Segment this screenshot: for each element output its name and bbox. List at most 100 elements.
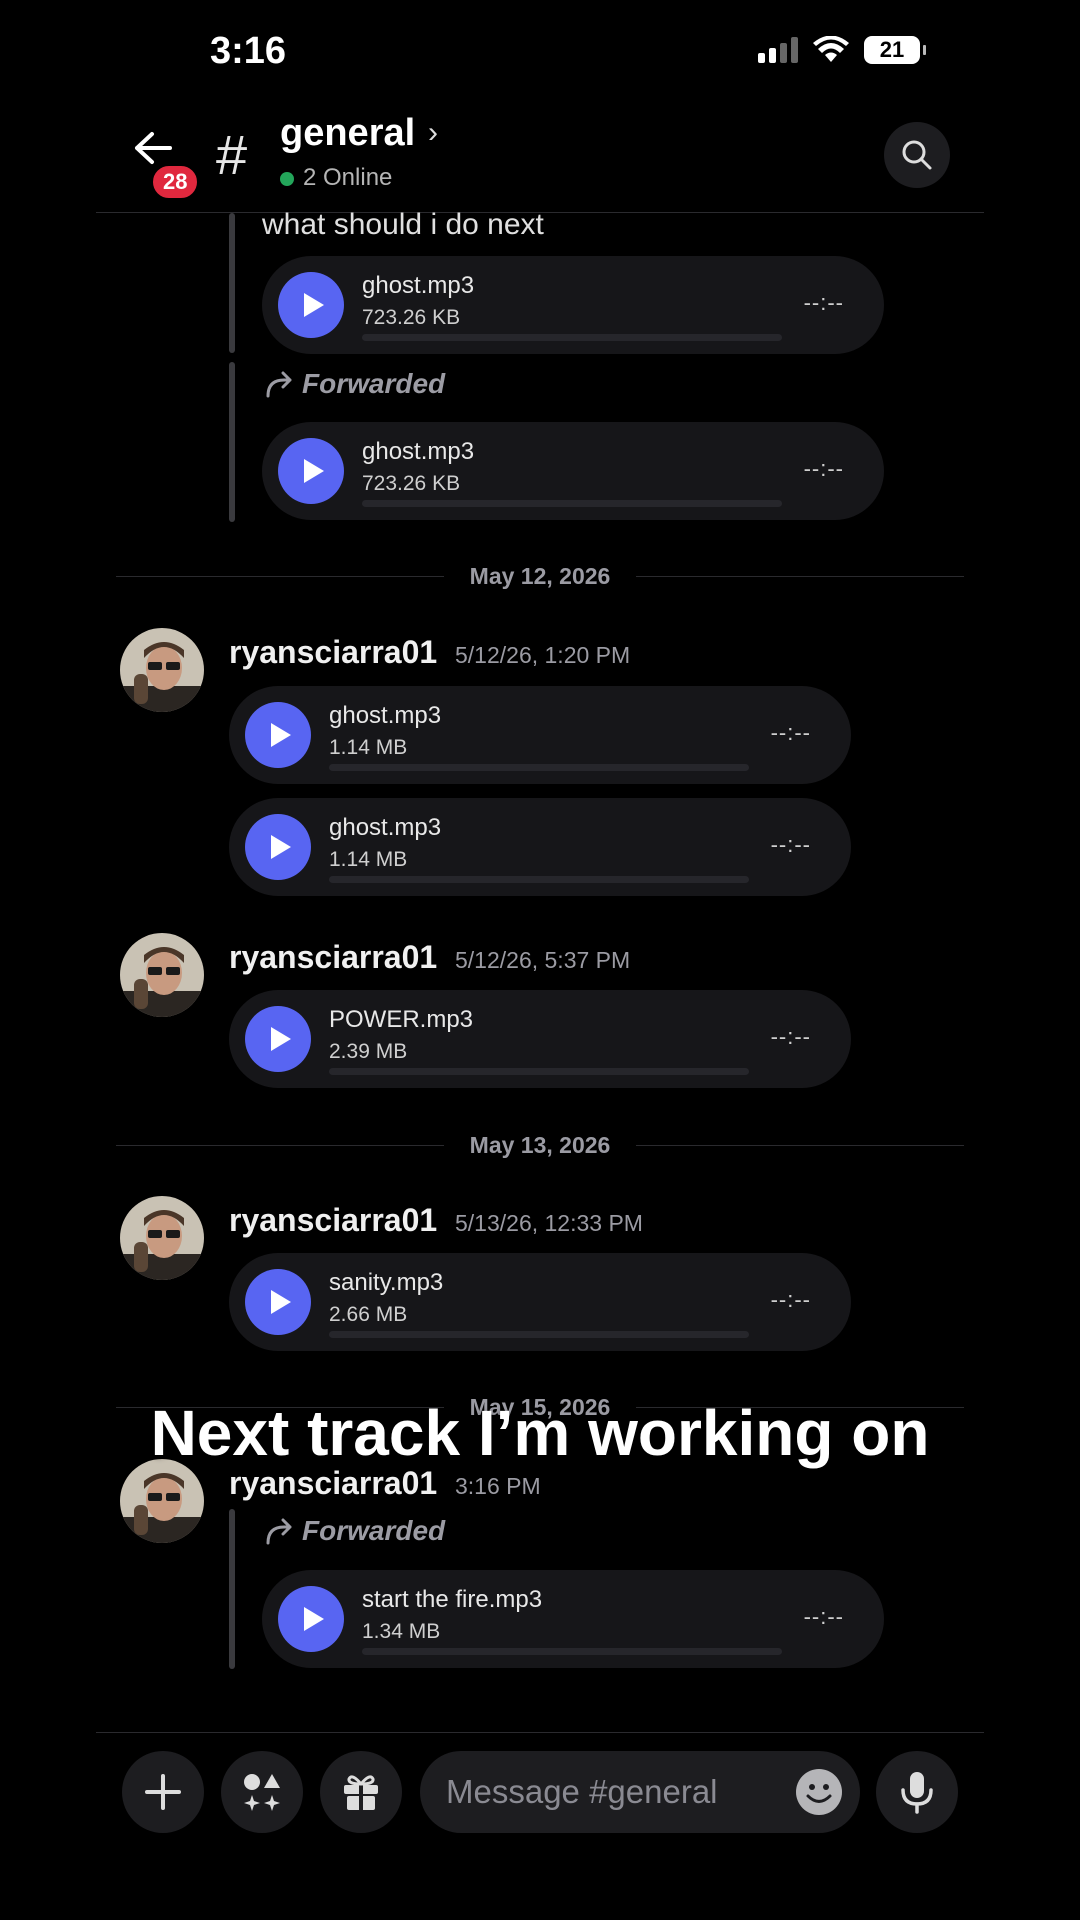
forward-arrow-icon (266, 371, 292, 398)
play-icon (303, 459, 324, 483)
audio-filename: ghost.mp3 (329, 814, 442, 841)
audio-attachment: sanity.mp3 2.66 MB --:-- (229, 1253, 851, 1351)
audio-progress-track[interactable] (329, 1331, 749, 1338)
audio-duration: --:-- (803, 290, 844, 315)
forwarded-label: Forwarded (264, 368, 445, 400)
audio-attachment: ghost.mp3 723.26 KB --:-- (262, 256, 884, 354)
audio-filesize: 1.14 MB (329, 848, 408, 871)
voice-message-button[interactable] (876, 1751, 958, 1833)
date-divider-line (636, 1145, 964, 1146)
message-input[interactable]: Message #general (420, 1751, 860, 1833)
play-button[interactable] (245, 1269, 311, 1335)
avatar[interactable] (120, 628, 204, 712)
audio-attachment: ghost.mp3 1.14 MB --:-- (229, 686, 851, 784)
audio-attachment: ghost.mp3 1.14 MB --:-- (229, 798, 851, 896)
avatar[interactable] (120, 1459, 204, 1543)
play-button[interactable] (245, 814, 311, 880)
online-status-dot (280, 172, 294, 186)
forward-arrow-icon (266, 1518, 292, 1545)
date-divider-text: May 13, 2026 (469, 1132, 611, 1158)
status-time: 3:16 (210, 30, 287, 72)
chevron-right-icon[interactable]: › (428, 116, 438, 150)
audio-attachment: ghost.mp3 723.26 KB --:-- (262, 422, 884, 520)
audio-duration: --:-- (770, 1024, 811, 1049)
audio-progress-track[interactable] (362, 334, 782, 341)
username[interactable]: ryansciarra01 (229, 634, 437, 671)
channel-hash-icon: # (216, 123, 248, 186)
play-button[interactable] (278, 272, 344, 338)
apps-button[interactable] (221, 1751, 303, 1833)
audio-duration: --:-- (770, 1287, 811, 1312)
add-attachment-button[interactable] (122, 1751, 204, 1833)
unread-badge: 28 (150, 163, 201, 201)
plus-icon (145, 1774, 181, 1810)
forwarded-text: Forwarded (302, 1515, 446, 1546)
wifi-icon (813, 36, 849, 62)
username[interactable]: ryansciarra01 (229, 1202, 437, 1239)
audio-filesize: 1.34 MB (362, 1620, 441, 1643)
audio-duration: --:-- (803, 1604, 844, 1629)
audio-attachment: POWER.mp3 2.39 MB --:-- (229, 990, 851, 1088)
username[interactable]: ryansciarra01 (229, 1465, 437, 1502)
forwarded-label: Forwarded (264, 1515, 445, 1547)
channel-title[interactable]: general (280, 112, 415, 155)
search-button[interactable] (884, 122, 950, 188)
microphone-icon (901, 1772, 933, 1814)
emoji-button[interactable] (796, 1769, 842, 1815)
timestamp: 5/12/26, 5:37 PM (455, 947, 631, 973)
audio-duration: --:-- (770, 720, 811, 745)
quote-bar (229, 362, 235, 522)
gift-icon (344, 1775, 378, 1810)
play-button[interactable] (278, 1586, 344, 1652)
audio-progress-track[interactable] (362, 500, 782, 507)
message-placeholder: Message #general (446, 1773, 718, 1810)
date-divider-text: May 12, 2026 (469, 563, 611, 589)
timestamp: 3:16 PM (455, 1473, 541, 1499)
online-count: 2 Online (303, 164, 393, 191)
audio-filename: POWER.mp3 (329, 1006, 474, 1033)
play-icon (270, 1027, 291, 1051)
play-icon (270, 1290, 291, 1314)
gift-button[interactable] (320, 1751, 402, 1833)
avatar[interactable] (120, 933, 204, 1017)
forwarded-text: Forwarded (302, 368, 446, 399)
status-icons: 21 (758, 36, 926, 64)
username[interactable]: ryansciarra01 (229, 939, 437, 976)
audio-filename: ghost.mp3 (329, 702, 442, 729)
audio-progress-track[interactable] (329, 764, 749, 771)
audio-filesize: 2.39 MB (329, 1040, 408, 1063)
audio-progress-track[interactable] (329, 876, 749, 883)
apps-icon (244, 1774, 280, 1811)
battery-icon: 21 (864, 36, 926, 64)
audio-filesize: 1.14 MB (329, 736, 408, 759)
audio-filesize: 723.26 KB (362, 472, 461, 495)
audio-duration: --:-- (803, 456, 844, 481)
play-button[interactable] (245, 1006, 311, 1072)
message-text: what should i do next (262, 208, 544, 241)
play-button[interactable] (245, 702, 311, 768)
timestamp: 5/12/26, 1:20 PM (455, 642, 631, 668)
audio-filename: ghost.mp3 (362, 272, 475, 299)
play-icon (270, 723, 291, 747)
date-divider-line (636, 576, 964, 577)
avatar[interactable] (120, 1196, 204, 1280)
date-divider-line (116, 1145, 444, 1146)
audio-progress-track[interactable] (362, 1648, 782, 1655)
audio-attachment: start the fire.mp3 1.34 MB --:-- (262, 1570, 884, 1668)
date-divider-line (116, 576, 444, 577)
audio-filesize: 2.66 MB (329, 1303, 408, 1326)
quote-bar (229, 1509, 235, 1669)
video-caption-overlay: Next track I’m working on (150, 1397, 930, 1469)
search-icon (902, 140, 932, 170)
play-button[interactable] (278, 438, 344, 504)
play-icon (303, 1607, 324, 1631)
quote-bar (229, 213, 235, 353)
audio-duration: --:-- (770, 832, 811, 857)
timestamp: 5/13/26, 12:33 PM (455, 1210, 643, 1236)
play-icon (303, 293, 324, 317)
play-icon (270, 835, 291, 859)
audio-filesize: 723.26 KB (362, 306, 461, 329)
smile-icon (806, 1784, 832, 1803)
audio-progress-track[interactable] (329, 1068, 749, 1075)
audio-filename: sanity.mp3 (329, 1269, 444, 1296)
